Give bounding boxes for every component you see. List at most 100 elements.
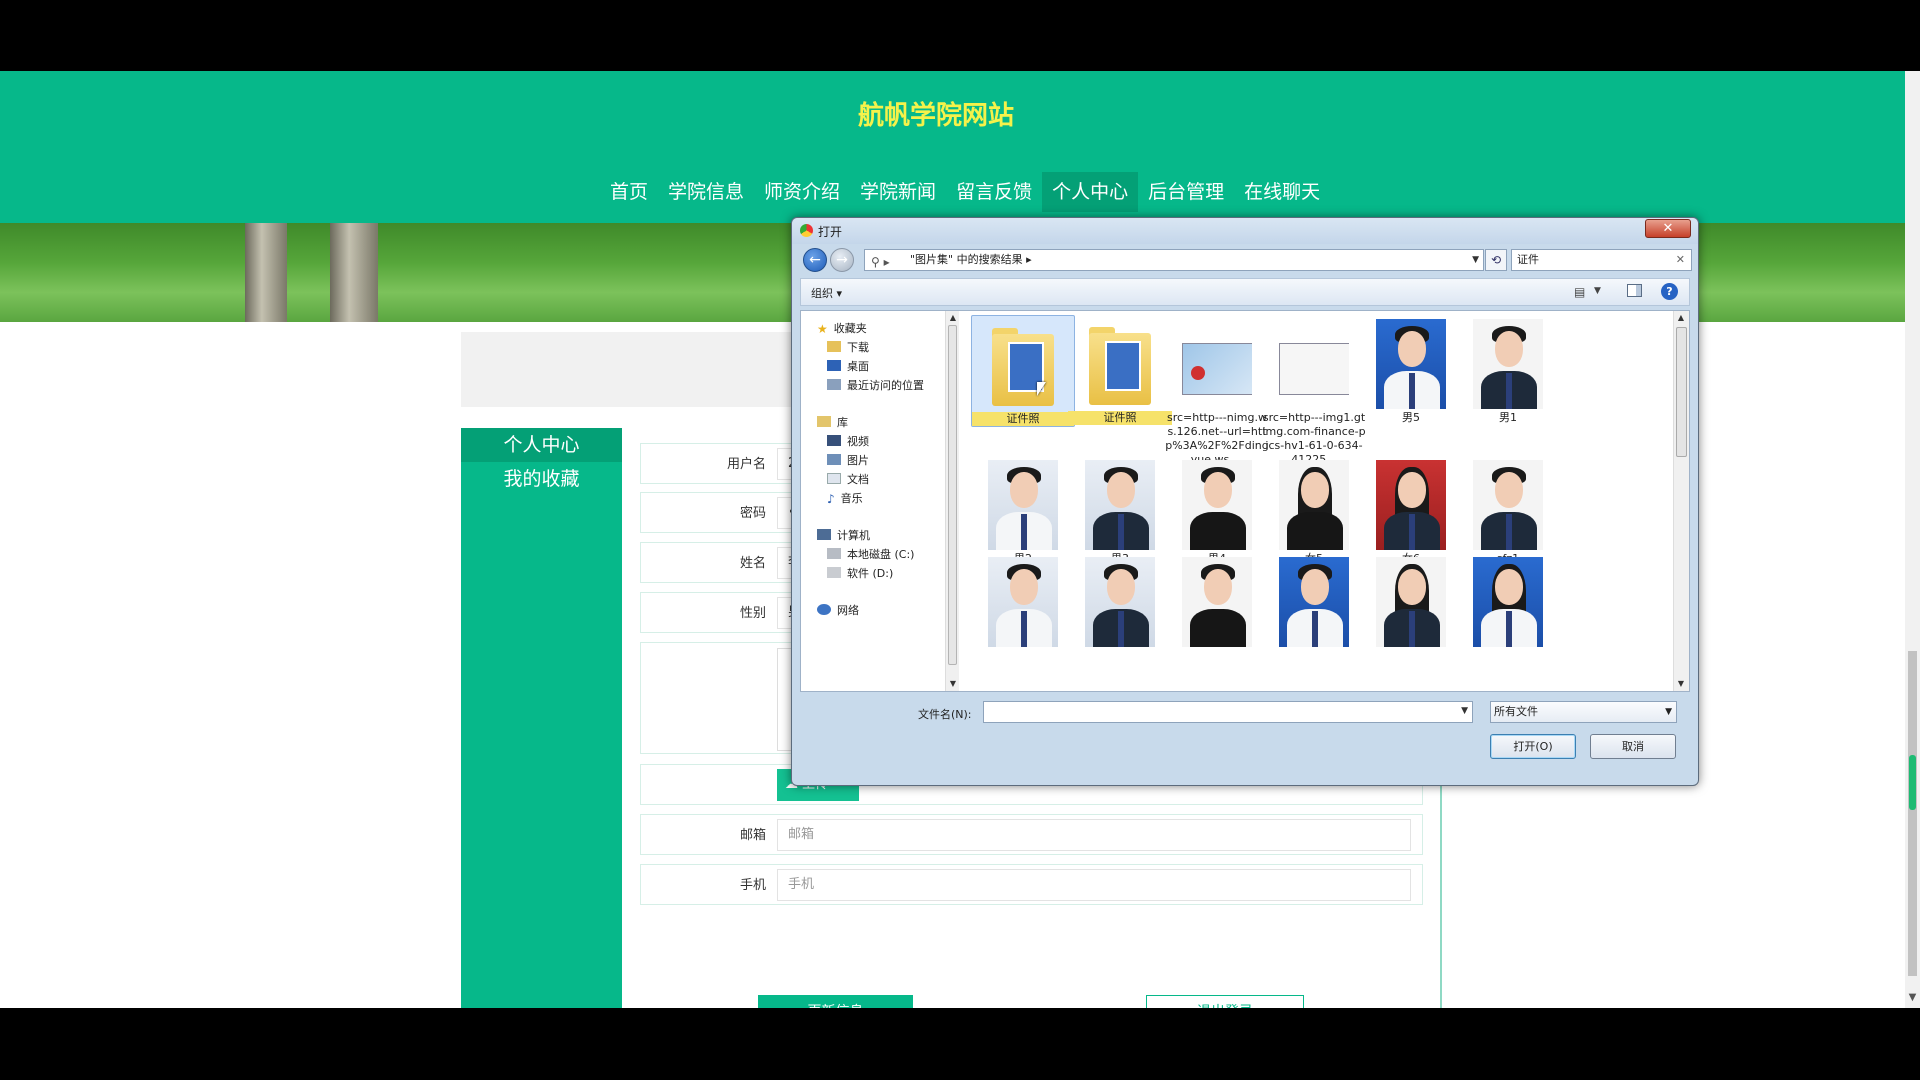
file-item[interactable]: sfz1 xyxy=(1456,456,1560,566)
nav-news[interactable]: 学院新闻 xyxy=(850,172,946,212)
folder-item[interactable]: 证件照 xyxy=(1068,315,1172,425)
nav-pane-scrollbar[interactable]: ▲ ▼ xyxy=(945,311,959,691)
tree-desktop[interactable]: 桌面 xyxy=(827,358,869,374)
desktop-icon xyxy=(827,360,841,371)
file-item[interactable]: 男3 xyxy=(1068,456,1172,566)
file-item[interactable] xyxy=(1068,553,1172,649)
search-input[interactable]: 证件 ✕ xyxy=(1511,249,1692,271)
help-icon[interactable]: ? xyxy=(1661,283,1678,300)
file-item[interactable] xyxy=(1165,553,1269,649)
dialog-toolbar: ← → ⚲ ▸ "图片集" 中的搜索结果 ▸ ▼ ⟲ 证件 ✕ xyxy=(800,244,1692,274)
file-item[interactable]: 男2 xyxy=(971,456,1075,566)
file-item[interactable] xyxy=(1456,553,1560,649)
scroll-up-icon[interactable]: ▲ xyxy=(1674,313,1688,322)
tree-network[interactable]: 网络 xyxy=(817,602,859,618)
file-item[interactable] xyxy=(1359,553,1463,649)
file-name: 证件照 xyxy=(972,412,1074,426)
photo-thumbnail xyxy=(988,460,1058,550)
downloads-folder-icon xyxy=(827,341,841,352)
file-list: 证件照 证件照 src=http---nimg.ws.126.net--url=ht… xyxy=(961,311,1673,691)
file-type-select[interactable]: 所有文件 ▼ xyxy=(1490,701,1677,723)
preview-pane-icon[interactable] xyxy=(1627,284,1642,297)
photo-thumbnail xyxy=(1279,557,1349,647)
file-item[interactable]: 女5 xyxy=(1262,456,1366,566)
file-item[interactable]: 男4 xyxy=(1165,456,1269,566)
search-icon: ⚲ ▸ xyxy=(871,255,890,269)
view-icon[interactable]: ▤ xyxy=(1574,285,1585,299)
breadcrumb-chevron-icon[interactable]: ▸ xyxy=(1023,253,1032,266)
open-button[interactable]: 打开(O) xyxy=(1490,734,1576,759)
nav-faculty[interactable]: 师资介绍 xyxy=(754,172,850,212)
filename-input[interactable]: ▼ xyxy=(983,701,1473,723)
file-item[interactable]: src=http---img1.gtimg.com-finance-pics-h… xyxy=(1262,315,1366,467)
nav-college-info[interactable]: 学院信息 xyxy=(658,172,754,212)
back-arrow-icon[interactable]: ← xyxy=(803,248,827,272)
forward-arrow-icon[interactable]: → xyxy=(830,248,854,272)
site-title: 航帆学院网站 xyxy=(857,101,1014,131)
email-label: 邮箱 xyxy=(739,828,766,843)
photo-thumbnail xyxy=(988,557,1058,647)
tree-downloads[interactable]: 下载 xyxy=(827,339,869,355)
nav-chat[interactable]: 在线聊天 xyxy=(1234,172,1330,212)
tree-drive-d[interactable]: 软件 (D:) xyxy=(827,565,893,581)
tree-trunk xyxy=(245,223,287,322)
file-item[interactable]: 男5 xyxy=(1359,315,1463,425)
nav-home[interactable]: 首页 xyxy=(600,172,658,212)
file-item[interactable]: 女6 xyxy=(1359,456,1463,566)
scroll-down-icon[interactable]: ▼ xyxy=(946,679,960,688)
logout-button[interactable]: 退出登录 xyxy=(1146,995,1304,1008)
phone-row: 手机 手机 xyxy=(640,864,1423,905)
clear-icon[interactable]: ✕ xyxy=(1676,250,1685,270)
dropdown-arrow-icon[interactable]: ▼ xyxy=(1472,250,1479,270)
close-button[interactable]: ✕ xyxy=(1645,219,1691,238)
refresh-icon[interactable]: ⟲ xyxy=(1485,249,1507,271)
dialog-titlebar[interactable]: 打开 ✕ xyxy=(792,218,1698,244)
address-text: "图片集" 中的搜索结果 xyxy=(910,253,1023,266)
tree-pictures[interactable]: 图片 xyxy=(827,452,869,468)
tree-computer[interactable]: 计算机 xyxy=(817,527,870,543)
tree-documents[interactable]: 文档 xyxy=(827,471,869,487)
nav-scroll-thumb[interactable] xyxy=(948,325,957,665)
dropdown-arrow-icon: ▼ xyxy=(1665,707,1672,717)
view-dropdown-icon[interactable]: ▼ xyxy=(1594,286,1601,296)
address-bar[interactable]: ⚲ ▸ "图片集" 中的搜索结果 ▸ ▼ xyxy=(864,249,1484,271)
dropdown-arrow-icon[interactable]: ▼ xyxy=(1461,706,1468,716)
update-info-button[interactable]: 更新信息 xyxy=(758,995,913,1008)
main-nav: 首页 学院信息 师资介绍 学院新闻 留言反馈 个人中心 后台管理 在线聊天 xyxy=(600,172,1330,212)
photo-thumbnail xyxy=(1376,557,1446,647)
tree-videos[interactable]: 视频 xyxy=(827,433,869,449)
file-open-dialog: 打开 ✕ ← → ⚲ ▸ "图片集" 中的搜索结果 ▸ ▼ ⟲ 证件 ✕ 组织 … xyxy=(791,217,1699,786)
file-name: 男5 xyxy=(1402,411,1420,424)
tree-recent[interactable]: 最近访问的位置 xyxy=(827,377,924,393)
file-item[interactable] xyxy=(1262,553,1366,649)
filename-label: 文件名(N): xyxy=(918,708,972,721)
cancel-button[interactable]: 取消 xyxy=(1590,734,1676,759)
nav-personal-center[interactable]: 个人中心 xyxy=(1042,172,1139,212)
nav-feedback[interactable]: 留言反馈 xyxy=(946,172,1042,212)
file-scroll-thumb[interactable] xyxy=(1676,327,1687,457)
scroll-up-icon[interactable]: ▲ xyxy=(946,313,960,322)
phone-field[interactable]: 手机 xyxy=(777,869,1411,901)
email-field[interactable]: 邮箱 xyxy=(777,819,1411,851)
tree-favorites[interactable]: ★ 收藏夹 xyxy=(817,320,867,336)
side-item-personal-center[interactable]: 个人中心 xyxy=(461,428,622,462)
organize-menu[interactable]: 组织 ▾ xyxy=(811,285,842,301)
file-item[interactable] xyxy=(971,553,1075,649)
page-scrollbar[interactable] xyxy=(1905,71,1920,1008)
file-item[interactable]: 男1 xyxy=(1456,315,1560,425)
tree-libraries[interactable]: 库 xyxy=(817,414,848,430)
side-item-favorites[interactable]: 我的收藏 xyxy=(461,462,622,496)
file-list-scrollbar[interactable]: ▲ ▼ xyxy=(1673,311,1689,691)
tree-music[interactable]: ♪ 音乐 xyxy=(827,490,863,506)
tree-drive-c[interactable]: 本地磁盘 (C:) xyxy=(827,546,914,562)
scroll-down-arrow-icon[interactable]: ▼ xyxy=(1905,992,1920,1008)
command-bar: 组织 ▾ ▤ ▼ ? xyxy=(800,278,1690,306)
folder-item[interactable]: 证件照 xyxy=(971,315,1075,427)
page-scrollbar-thumb[interactable] xyxy=(1908,651,1917,976)
photo-thumbnail xyxy=(1473,460,1543,550)
photo-thumbnail xyxy=(1182,460,1252,550)
nav-admin[interactable]: 后台管理 xyxy=(1138,172,1234,212)
scroll-down-icon[interactable]: ▼ xyxy=(1674,679,1688,688)
drive-icon xyxy=(827,567,841,578)
file-item[interactable]: src=http---nimg.ws.126.net--url=http%3A%… xyxy=(1165,315,1269,467)
